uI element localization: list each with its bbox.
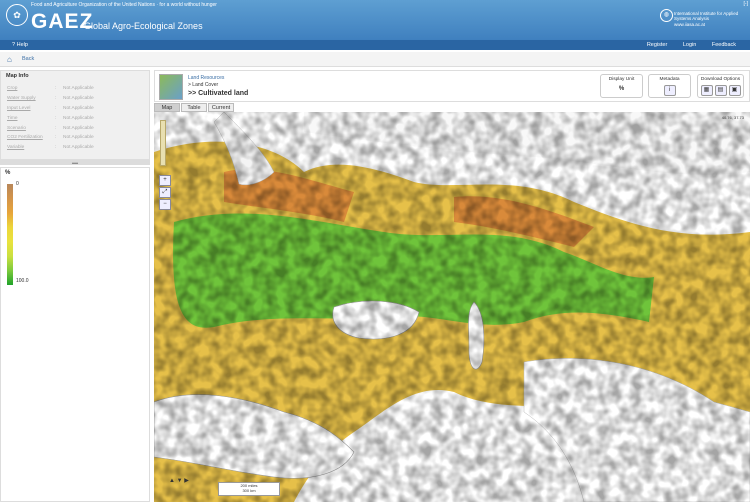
legend-color-bar: [7, 184, 13, 285]
view-tabs: Map Table Current: [154, 103, 235, 112]
tab-map[interactable]: Map: [154, 103, 180, 112]
scale-km: 300 km: [242, 488, 256, 493]
display-unit-value[interactable]: %: [601, 86, 642, 92]
map-info-key[interactable]: CO2 Fertilization: [7, 133, 55, 143]
map-info-value: Not Applicable: [63, 125, 94, 131]
iiasa-block[interactable]: ◍ International Institute for Applied Sy…: [660, 9, 746, 27]
link-bar: ? Help Register Login Feedback: [0, 40, 750, 50]
pan-right-icon[interactable]: ▶: [184, 478, 189, 484]
iiasa-logo-icon: ◍: [660, 9, 673, 22]
map-info-value: Not Applicable: [63, 86, 94, 92]
page-title: >> Cultivated land: [188, 90, 249, 97]
feedback-link[interactable]: Feedback: [712, 42, 736, 48]
display-unit-label: Display Unit: [608, 77, 635, 82]
panel-collapse-handle[interactable]: ▴▴▴: [0, 160, 150, 165]
zoom-in-icon[interactable]: +: [159, 175, 171, 186]
map-info-value: Not Applicable: [63, 105, 94, 111]
map-info-row: CO2 Fertilization: Not Applicable: [7, 133, 94, 143]
legend-panel: % 0 100.0: [0, 167, 150, 502]
legend-title: %: [5, 170, 11, 176]
pan-up-icon[interactable]: ▲: [169, 478, 175, 484]
download-options-label: Download Options: [700, 77, 741, 82]
iiasa-url[interactable]: www.iiasa.ac.at: [674, 22, 746, 27]
map-info-key[interactable]: Crop: [7, 84, 55, 94]
iiasa-name: International Institute for Applied Syst…: [674, 11, 739, 21]
map-view[interactable]: 40.76, 37.73 + ⤢ − ▲ ▼ ▶ 200 miles 300 k…: [154, 112, 750, 502]
map-info-key[interactable]: Variable: [7, 143, 55, 153]
map-info-row: Time: Not Applicable: [7, 113, 94, 123]
map-info-row: Variable: Not Applicable: [7, 143, 94, 153]
coordinate-readout: 40.76, 37.73: [721, 115, 744, 120]
zoom-out-icon[interactable]: −: [159, 199, 171, 210]
breadcrumb-level1[interactable]: Land Resources: [188, 75, 224, 81]
map-info-key[interactable]: Water Supply: [7, 94, 55, 104]
map-texture: [154, 112, 750, 502]
map-info-value: Not Applicable: [63, 115, 94, 121]
scale-bar: 200 miles 300 km: [218, 482, 280, 496]
legend-bottom-label: 100.0: [16, 278, 29, 284]
help-label: Help: [16, 42, 28, 48]
back-bar: ⌂ Back: [0, 52, 750, 67]
tab-table[interactable]: Table: [181, 103, 207, 112]
pan-down-icon[interactable]: ▼: [177, 478, 183, 484]
zoom-controls: + ⤢ −: [159, 175, 171, 211]
breadcrumb-level2[interactable]: > Land Cover: [188, 82, 218, 88]
map-info-key[interactable]: Time: [7, 113, 55, 123]
help-icon: ?: [12, 42, 16, 48]
metadata-box: Metadata i: [648, 74, 691, 98]
pan-controls: ▲ ▼ ▶: [169, 477, 189, 484]
map-info-key[interactable]: Scenario: [7, 123, 55, 133]
left-panel: Map Info Crop: Not Applicable Water Suppl…: [0, 70, 150, 502]
help-link[interactable]: ? Help: [12, 40, 28, 50]
app-subtitle: Global Agro-Ecological Zones: [84, 21, 203, 31]
map-info-row: Crop: Not Applicable: [7, 84, 94, 94]
map-info-row: Scenario: Not Applicable: [7, 123, 94, 133]
theme-thumbnail: [159, 74, 183, 100]
map-canvas[interactable]: [154, 112, 750, 502]
metadata-label: Metadata: [659, 77, 680, 82]
download-data-icon[interactable]: ▦: [700, 85, 713, 96]
info-icon[interactable]: i: [663, 85, 676, 96]
login-link[interactable]: Login: [683, 42, 696, 48]
map-info-panel: Map Info Crop: Not Applicable Water Suppl…: [0, 70, 150, 160]
back-link[interactable]: Back: [22, 52, 34, 66]
map-info-row: Water Supply: Not Applicable: [7, 94, 94, 104]
download-image-icon[interactable]: ▣: [728, 85, 741, 96]
map-header: Land Resources > Land Cover >> Cultivate…: [154, 70, 750, 102]
zoom-extent-icon[interactable]: ⤢: [159, 187, 171, 198]
fao-logo-icon: ✿: [6, 4, 28, 26]
download-options-box: Download Options ▦ ▤ ▣: [697, 74, 744, 98]
main-panel: Land Resources > Land Cover >> Cultivate…: [154, 70, 750, 502]
download-pdf-icon[interactable]: ▤: [714, 85, 727, 96]
map-info-table: Crop: Not Applicable Water Supply: Not App…: [7, 84, 94, 153]
collapse-header-button[interactable]: [-]: [744, 1, 748, 7]
map-info-value: Not Applicable: [63, 145, 94, 151]
map-info-row: Input Level: Not Applicable: [7, 104, 94, 114]
tab-current[interactable]: Current: [208, 103, 234, 112]
top-banner: ✿ Food and Agriculture Organization of t…: [0, 0, 750, 40]
map-info-value: Not Applicable: [63, 135, 94, 141]
map-info-title: Map Info: [6, 73, 29, 79]
display-unit-box[interactable]: Display Unit %: [600, 74, 643, 98]
zoom-slider[interactable]: [160, 120, 166, 166]
map-info-value: Not Applicable: [63, 96, 94, 102]
legend-top-label: 0: [16, 181, 19, 187]
fao-tagline: Food and Agriculture Organization of the…: [31, 2, 217, 8]
home-icon[interactable]: ⌂: [7, 53, 12, 67]
account-links: Register Login Feedback: [633, 40, 736, 50]
register-link[interactable]: Register: [647, 42, 667, 48]
map-info-key[interactable]: Input Level: [7, 104, 55, 114]
